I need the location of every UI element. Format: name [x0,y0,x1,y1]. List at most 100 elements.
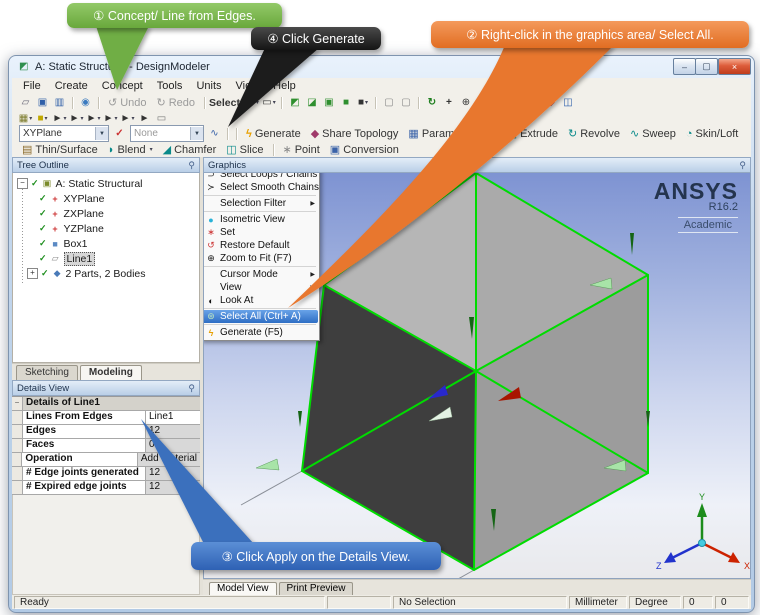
shrink-selection-icon[interactable]: ▢ [398,96,413,110]
select-mode-icon[interactable]: ►▾ [244,96,259,110]
chamfer-button[interactable]: ◢Chamfer [158,143,222,156]
menu-item-concept[interactable]: Concept [95,80,150,92]
thin-surface-button[interactable]: ▤Thin/Surface [17,143,103,156]
close-button[interactable]: × [718,58,751,75]
tree-item-yzplane[interactable]: ✓ + YZPlane [13,221,199,236]
zoom-out-icon[interactable]: ⊖ [475,96,490,110]
save-icon[interactable]: ▣ [35,96,50,110]
ruler-toggle-icon[interactable]: ▭ [154,111,169,125]
blend-button[interactable]: ◗Blend▾ [103,144,158,156]
edge-type4-icon[interactable]: ►▾ [103,111,118,125]
title-bar[interactable]: ◩ A: Static Structural - DesignModeler –… [9,56,754,78]
edge-filter-icon[interactable]: ◪ [304,96,319,110]
slice-button[interactable]: ◫Slice [221,143,268,156]
chevron-down-icon[interactable]: ▼ [95,127,108,140]
face-filter-icon[interactable]: ▣ [321,96,336,110]
vertex-filter-icon[interactable]: ◩ [287,96,302,110]
edge-type1-icon[interactable]: ►▾ [52,111,67,125]
adjacent-filter-icon[interactable]: ■▾ [355,96,370,110]
menu-item-isometric-view[interactable]: ●Isometric View [203,213,318,226]
menu-item-set[interactable]: ∗Set [203,226,318,239]
operation-value[interactable]: Add Material [138,453,200,466]
image-capture-icon[interactable]: ◉ [78,96,93,110]
menu-item-create[interactable]: Create [48,80,95,92]
new-sketch-icon[interactable]: ▱ [18,96,33,110]
vertex-display-icon[interactable]: ► [137,111,152,125]
edge-type2-icon[interactable]: ►▾ [69,111,84,125]
revolve-button[interactable]: ↻Revolve [563,127,625,140]
menu-item-cursor-mode[interactable]: Cursor Mode▶ [203,268,318,281]
view-tab-bar: Model View Print Preview [203,579,751,595]
details-group-row[interactable]: − Details of Line1 [12,397,200,411]
pan-icon[interactable]: + [441,96,456,110]
extrude-button[interactable]: ◳Extrude [502,127,563,140]
menu-item-help[interactable]: Help [266,80,303,92]
menu-item-zoom-to-fit[interactable]: ⊕Zoom to Fit (F7) [203,252,318,265]
tree-item-line1[interactable]: ✓ ▱ Line1 [13,251,199,266]
menu-item-view[interactable]: View▶ [203,281,318,294]
menu-item-select-smooth-chains[interactable]: ≻Select Smooth Chains [203,181,318,194]
iso-view-icon[interactable]: ◇ [543,96,558,110]
extend-selection-icon[interactable]: ▢ [381,96,396,110]
menu-item-selection-filter[interactable]: Selection Filter▶ [203,197,318,210]
menu-item-units[interactable]: Units [189,80,228,92]
graphics-viewport[interactable]: ANSYS R16.2 Academic [203,173,751,579]
status-bar: Ready No Selection Millimeter Degree 0 0 [12,595,751,609]
menu-item-select-all[interactable]: ⊛Select All (Ctrl+ A) [203,310,318,323]
parameters-button[interactable]: ▦Parameters [403,127,483,140]
tab-modeling[interactable]: Modeling [80,365,142,380]
pin-icon[interactable]: ⚲ [188,160,195,171]
zoom-fit-icon[interactable]: ⊕ [509,96,524,110]
generate-button[interactable]: ϟGenerate [241,128,306,140]
tree-item-parts[interactable]: + ✓ ◆ 2 Parts, 2 Bodies [13,266,199,281]
menu-item-look-at[interactable]: ◐Look At [203,294,318,307]
menu-item-restore-default[interactable]: ↺Restore Default [203,239,318,252]
share-topology-button[interactable]: ◆Share Topology [306,127,404,140]
body-filter-icon[interactable]: ■ [338,96,353,110]
minimize-button[interactable]: – [673,58,696,75]
maximize-button[interactable]: ▢ [695,58,718,75]
lines-from-edges-value[interactable]: Line1 [146,411,200,424]
edge-color-icon[interactable]: ■▾ [35,111,50,125]
menu-item-file[interactable]: File [16,80,48,92]
undo-button[interactable]: ↺Undo [103,96,152,109]
expand-icon[interactable]: + [27,268,38,279]
save-as-icon[interactable]: ▥ [52,96,67,110]
edge-type3-icon[interactable]: ►▾ [86,111,101,125]
tree-item-xyplane[interactable]: ✓ + XYPlane [13,191,199,206]
new-plane-icon[interactable]: ✓ [112,127,127,141]
chevron-down-icon[interactable]: ▼ [190,127,203,140]
menu-item-generate[interactable]: ϟGenerate (F5) [203,326,318,339]
new-sketch-tool-icon[interactable]: ∿ [207,127,222,141]
zoom-in-icon[interactable]: ⊕ [458,96,473,110]
box-select-icon[interactable]: ▭▾ [261,96,276,110]
collapse-icon[interactable]: − [17,178,28,189]
magnifier-icon[interactable]: ⊖ [526,96,541,110]
collapse-icon[interactable]: − [12,397,23,410]
tree-item-root[interactable]: − ✓ ▣ A: Static Structural [13,176,199,191]
previous-view-icon[interactable]: ◫ [560,96,575,110]
tree-item-zxplane[interactable]: ✓ + ZXPlane [13,206,199,221]
face-style-icon[interactable]: ▦▾ [18,111,33,125]
skin-loft-button[interactable]: ◔Skin/Loft [681,128,743,140]
rotate-icon[interactable]: ↻ [424,96,439,110]
tab-sketching[interactable]: Sketching [16,365,78,380]
sweep-button[interactable]: ∿Sweep [625,127,681,140]
skin-loft-icon: ◔ [686,128,693,140]
conversion-button[interactable]: ▣Conversion [325,143,404,156]
redo-button[interactable]: ↻Redo [152,96,201,109]
menu-item-view[interactable]: View [229,80,267,92]
pin-icon[interactable]: ⚲ [188,383,195,394]
tab-model-view[interactable]: Model View [209,582,277,595]
menu-item-select-loops-chains[interactable]: ⊃Select Loops / Chains [203,173,318,181]
box-zoom-icon[interactable]: ▣ [492,96,507,110]
point-button[interactable]: ∗Point [278,143,325,156]
pin-icon[interactable]: ⚲ [739,160,746,171]
sketch-combo[interactable]: None▼ [130,125,204,142]
menu-item-tools[interactable]: Tools [150,80,190,92]
plane-combo[interactable]: XYPlane▼ [19,125,109,142]
orientation-triad[interactable]: Y X Z [656,492,750,571]
edge-type5-icon[interactable]: ►▾ [120,111,135,125]
tree-item-box1[interactable]: ✓ ■ Box1 [13,236,199,251]
tab-print-preview[interactable]: Print Preview [279,582,354,595]
